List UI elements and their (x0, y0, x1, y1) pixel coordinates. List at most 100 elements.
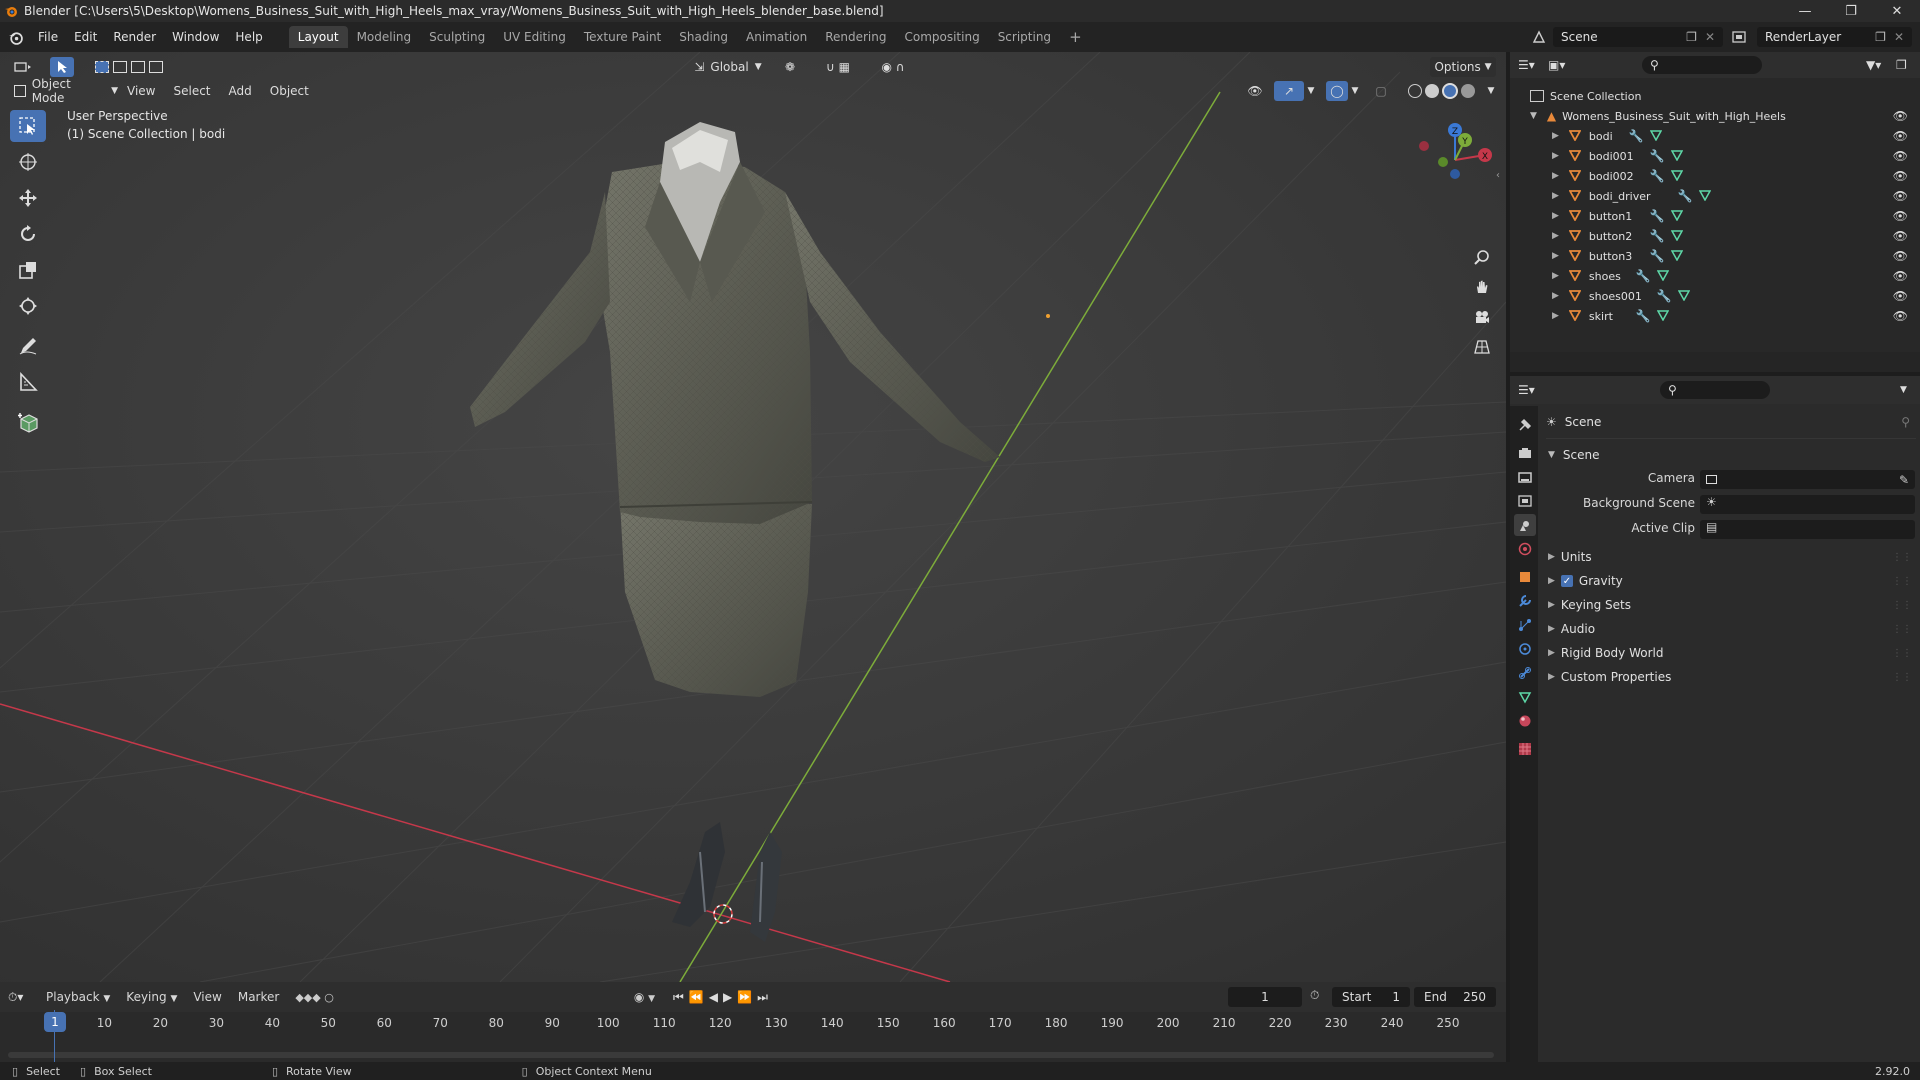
viewport-menu-object[interactable]: Object (261, 81, 318, 101)
viewport-menu-select[interactable]: Select (164, 81, 219, 101)
expand-arrow-icon[interactable]: ▶ (1552, 291, 1559, 301)
3d-viewport[interactable]: ⇲ Global ▼ ❁ ∪ ▦ ◉ ∩ Options ▼ Object Mo… (0, 52, 1506, 982)
mesh-data-icon[interactable] (1649, 129, 1663, 144)
mesh-data-icon[interactable] (1670, 169, 1684, 184)
camera-field[interactable]: ✎ (1700, 470, 1915, 489)
modifier-icon[interactable]: 🔧 (1636, 269, 1651, 283)
mesh-data-icon[interactable] (1670, 149, 1684, 164)
view-layer-icon[interactable] (1723, 30, 1757, 44)
outliner-collection-row[interactable]: ▼ ▲ Womens_Business_Suit_with_High_Heels… (1510, 106, 1920, 126)
snap-icon[interactable]: ∪ ▦ (811, 57, 865, 77)
modifier-icon[interactable]: 🔧 (1678, 189, 1693, 203)
visibility-eye-icon[interactable]: 👁 (1893, 209, 1908, 223)
mode-dropdown[interactable]: Object Mode ▼ (10, 77, 118, 105)
menu-file[interactable]: File (30, 26, 66, 48)
modifier-icon[interactable]: 🔧 (1650, 169, 1665, 183)
subpanel-header[interactable]: ▶ Rigid Body World ⋮⋮ (1546, 642, 1916, 664)
outliner-object-row[interactable]: ▶ bodi002 🔧 👁 (1510, 166, 1920, 186)
pan-view-icon[interactable] (1468, 273, 1496, 301)
outliner-object-row[interactable]: ▶ shoes001 🔧 👁 (1510, 286, 1920, 306)
outliner-object-row[interactable]: ▶ bodi_driver 🔧 👁 (1510, 186, 1920, 206)
start-frame-field[interactable]: Start 1 (1332, 987, 1410, 1007)
add-cube-tool[interactable] (10, 406, 46, 438)
end-frame-field[interactable]: End 250 (1414, 987, 1496, 1007)
maximize-button[interactable]: ❐ (1828, 0, 1874, 22)
mesh-data-icon[interactable] (1670, 249, 1684, 264)
proportional-edit-icon[interactable]: ◉ ∩ (871, 57, 915, 77)
transform-tool[interactable] (10, 290, 46, 322)
tab-animation[interactable]: Animation (737, 26, 816, 48)
transform-orientation-dropdown[interactable]: ⇲ Global ▼ (689, 57, 767, 77)
timeline-menu-view[interactable]: View (185, 990, 229, 1004)
drag-handle-icon[interactable]: ⋮⋮ (1892, 600, 1912, 611)
timeline-menu-keying[interactable]: Keying ▼ (118, 990, 185, 1004)
select-box-tool[interactable] (10, 110, 46, 142)
expand-arrow-icon[interactable]: ▶ (1552, 171, 1559, 181)
editor-type-icon[interactable] (6, 57, 40, 77)
new-collection-icon[interactable]: ❐ (1896, 58, 1920, 72)
material-tab-icon[interactable] (1514, 710, 1536, 732)
mesh-data-icon[interactable] (1656, 309, 1670, 324)
zoom-view-icon[interactable] (1468, 243, 1496, 271)
shading-dropdown-icon[interactable]: ▼ (1484, 81, 1498, 101)
display-mode-icon[interactable]: ▣▾ (1548, 58, 1578, 72)
move-tool[interactable] (10, 182, 46, 214)
timeline-menu-marker[interactable]: Marker (230, 990, 287, 1004)
add-workspace-button[interactable]: + (1060, 26, 1091, 48)
subpanel-header[interactable]: ▶ Units ⋮⋮ (1546, 546, 1916, 568)
subpanel-header[interactable]: ▶ Custom Properties ⋮⋮ (1546, 666, 1916, 688)
subpanel-header[interactable]: ▶ ✓ Gravity ⋮⋮ (1546, 570, 1916, 592)
cursor-tool[interactable] (10, 146, 46, 178)
mesh-data-icon[interactable] (1656, 269, 1670, 284)
gizmo-dropdown-icon[interactable]: ▼ (1304, 81, 1318, 101)
visibility-eye-icon[interactable]: 👁 (1893, 269, 1908, 283)
properties-editor-type-icon[interactable]: ☰▾ (1518, 383, 1548, 397)
ortho-toggle-icon[interactable] (1468, 333, 1496, 361)
gizmo-toggle-icon[interactable]: ↗ (1274, 81, 1304, 101)
world-tab-icon[interactable] (1514, 538, 1536, 560)
tab-modeling[interactable]: Modeling (348, 26, 421, 48)
gravity-checkbox[interactable]: ✓ (1560, 575, 1573, 587)
sidebar-toggle-icon[interactable]: ‹ (1496, 170, 1500, 181)
overlays-dropdown-icon[interactable]: ▼ (1348, 81, 1362, 101)
outliner-editor-type-icon[interactable]: ☰▾ (1518, 58, 1548, 72)
visibility-eye-icon[interactable]: 👁 (1893, 109, 1908, 123)
delete-scene-icon[interactable]: ✕ (1705, 30, 1715, 44)
drag-handle-icon[interactable]: ⋮⋮ (1892, 576, 1912, 587)
viewport-menu-view[interactable]: View (118, 81, 164, 101)
timeline-menu-playback[interactable]: Playback ▼ (38, 990, 118, 1004)
mesh-data-icon[interactable] (1698, 189, 1712, 204)
expand-arrow-icon[interactable]: ▶ (1552, 191, 1559, 201)
viewport-menu-add[interactable]: Add (220, 81, 261, 101)
timeline-editor-type-icon[interactable]: ⏱▾ (8, 990, 38, 1005)
outliner-object-row[interactable]: ▶ shoes 🔧 👁 (1510, 266, 1920, 286)
current-frame-field[interactable]: 1 (1228, 987, 1302, 1007)
timeline-scrollbar[interactable] (8, 1052, 1494, 1058)
mesh-data-icon[interactable] (1670, 209, 1684, 224)
particles-tab-icon[interactable] (1514, 614, 1536, 636)
expand-arrow-icon[interactable]: ▶ (1552, 251, 1559, 261)
tab-shading[interactable]: Shading (670, 26, 737, 48)
xray-toggle-icon[interactable]: ▢ (1370, 81, 1392, 101)
close-window-button[interactable]: ✕ (1874, 0, 1920, 22)
subpanel-header[interactable]: ▶ Keying Sets ⋮⋮ (1546, 594, 1916, 616)
overlays-toggle-icon[interactable]: ◯ (1326, 81, 1348, 101)
view-layer-tab-icon[interactable] (1514, 490, 1536, 512)
expand-arrow-icon[interactable]: ▶ (1552, 271, 1559, 281)
tab-scripting[interactable]: Scripting (989, 26, 1060, 48)
expand-arrow-icon[interactable]: ▶ (1552, 131, 1559, 141)
physics-tab-icon[interactable] (1514, 638, 1536, 660)
modifier-tab-icon[interactable] (1514, 590, 1536, 612)
outliner-object-row[interactable]: ▶ bodi 🔧 👁 (1510, 126, 1920, 146)
mesh-data-icon[interactable] (1677, 289, 1691, 304)
menu-edit[interactable]: Edit (66, 26, 105, 48)
tab-sculpting[interactable]: Sculpting (420, 26, 494, 48)
new-view-layer-icon[interactable]: ❐ (1875, 30, 1886, 44)
subpanel-header[interactable]: ▶ Audio ⋮⋮ (1546, 618, 1916, 640)
tool-tab-icon[interactable] (1514, 414, 1536, 436)
shading-mode-icons[interactable] (1398, 81, 1484, 101)
background-scene-field[interactable]: ☀ (1700, 495, 1915, 514)
drag-handle-icon[interactable]: ⋮⋮ (1892, 624, 1912, 635)
measure-tool[interactable] (10, 366, 46, 398)
modifier-icon[interactable]: 🔧 (1650, 229, 1665, 243)
